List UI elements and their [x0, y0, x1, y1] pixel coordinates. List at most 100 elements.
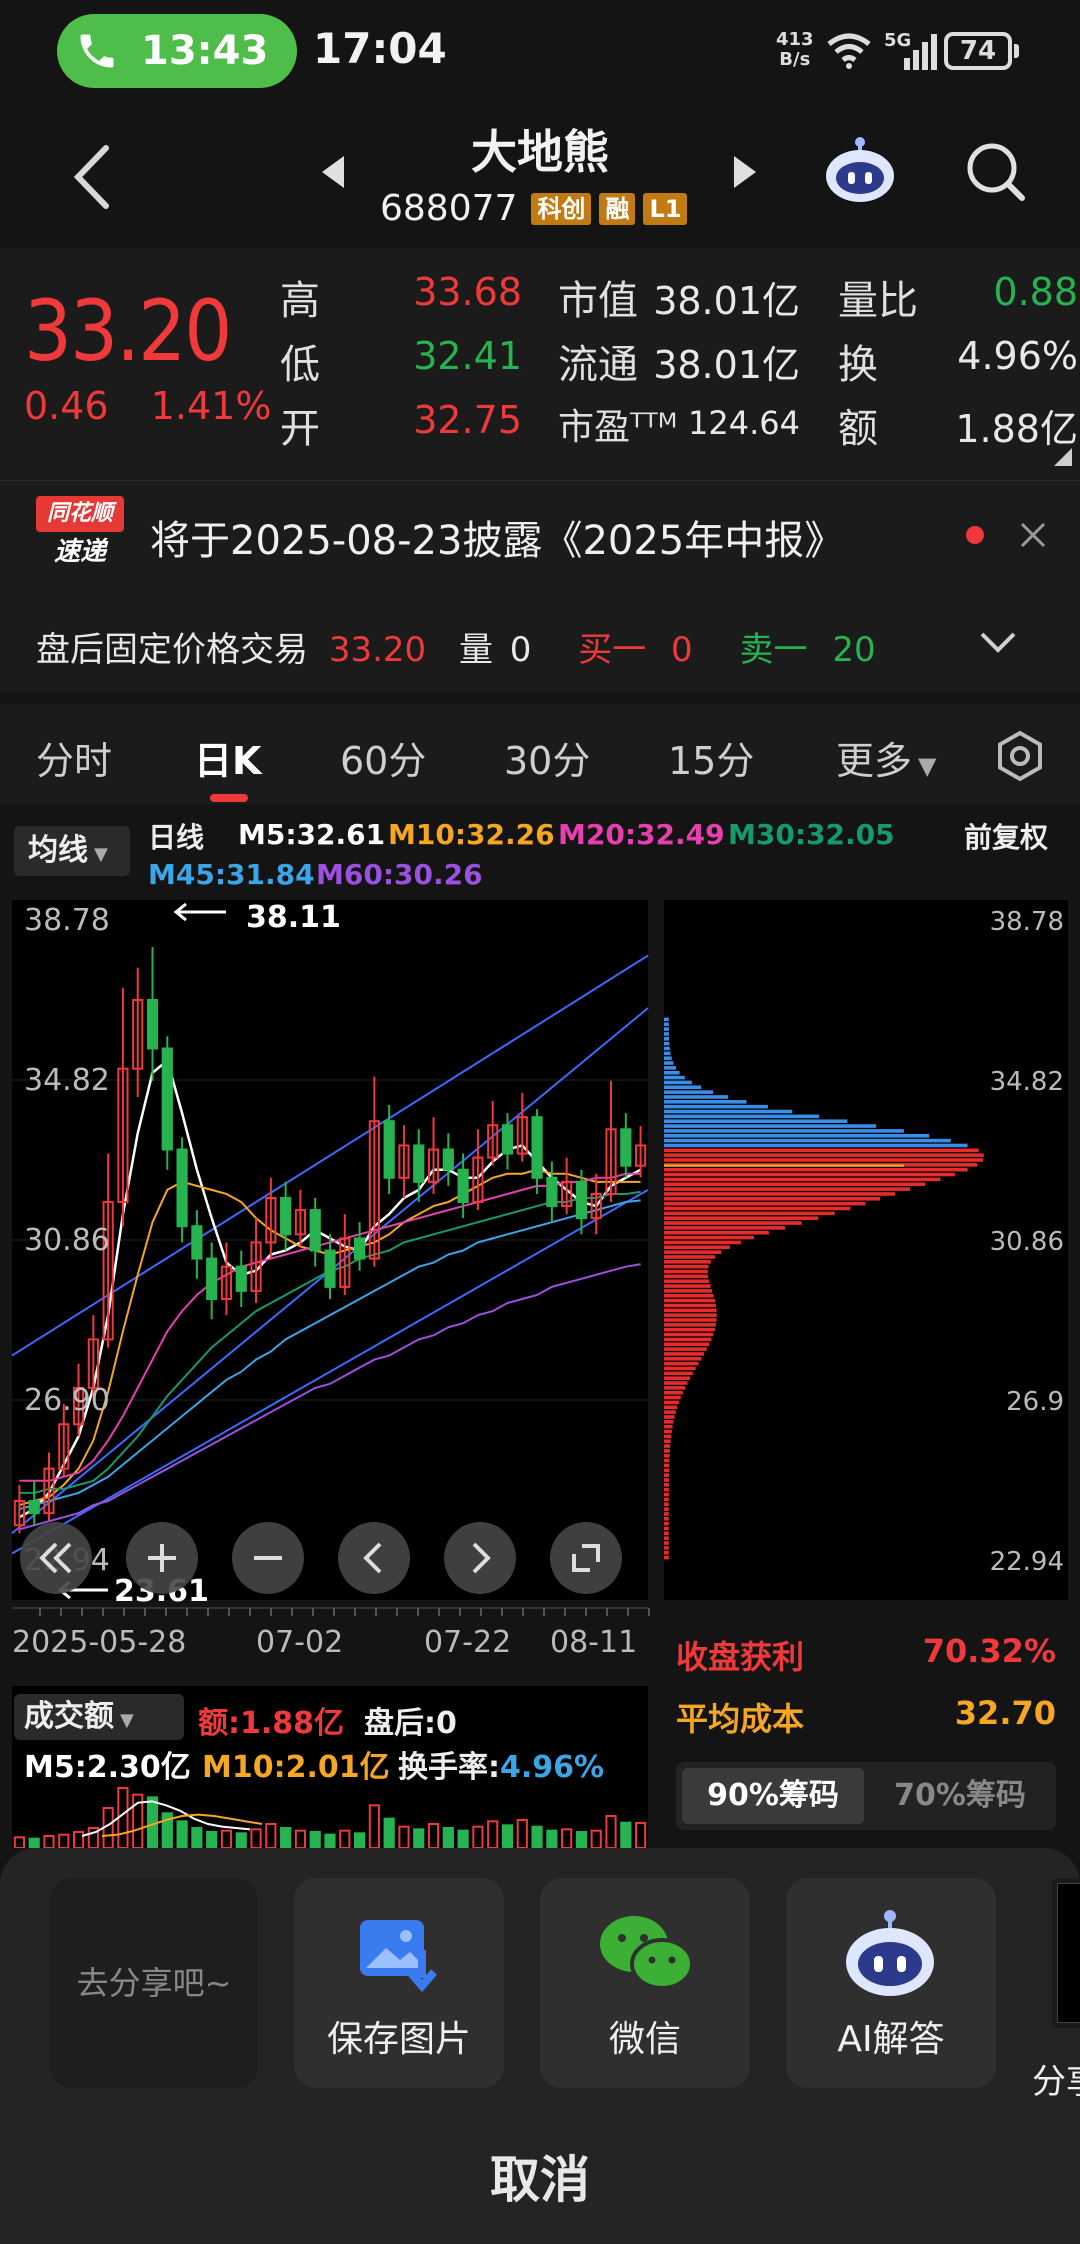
chip-bar: [664, 1424, 673, 1429]
chip-bar: [664, 1177, 941, 1182]
volume-bar: [265, 1823, 277, 1848]
amount-label: 额: [838, 406, 878, 452]
chip-y-tick-label: 22.94: [990, 1547, 1064, 1577]
chip-bar: [664, 1521, 669, 1526]
cancel-button[interactable]: 取消: [0, 2140, 1080, 2212]
volume-bar: [250, 1828, 262, 1848]
sell1-label: 卖一: [739, 630, 808, 670]
chip-bar: [664, 1531, 669, 1536]
chip-bar: [664, 1036, 670, 1041]
ma-period: 日线: [148, 821, 205, 854]
tag-margin: 融: [599, 192, 636, 225]
volume-bar: [191, 1827, 203, 1848]
logo-line1: 同花顺: [36, 496, 124, 532]
candle-body: [442, 1148, 454, 1171]
chip-bar: [664, 1211, 835, 1216]
chip-bar: [664, 1264, 709, 1269]
share-more-label: 分享: [1032, 2062, 1080, 2102]
chip-bar: [664, 1468, 670, 1473]
chip-bar: [664, 1022, 669, 1027]
chip-90-tab[interactable]: 90%筹码: [682, 1768, 864, 1824]
chip-bar: [664, 1095, 729, 1099]
chip-y-tick-label: 34.82: [990, 1067, 1064, 1097]
candle-body: [575, 1180, 588, 1220]
tab-60min[interactable]: 60分: [340, 730, 426, 785]
close-icon[interactable]: [1018, 520, 1048, 550]
candle-body: [280, 1196, 292, 1236]
tab-15min[interactable]: 15分: [668, 730, 754, 785]
zoom-out-button[interactable]: [232, 1522, 304, 1594]
expand-corner-icon[interactable]: [1054, 448, 1072, 466]
volume-bar: [516, 1819, 528, 1848]
max-arrow-icon: [173, 902, 226, 922]
volume-bar: [294, 1829, 307, 1848]
tab-daily-k[interactable]: 日K: [194, 730, 261, 785]
call-duration: 13:43: [141, 28, 269, 74]
volume-indicator-select[interactable]: 成交额 ▼: [14, 1694, 184, 1740]
next-stock-icon[interactable]: [732, 154, 758, 190]
volume-bar: [472, 1825, 484, 1848]
ongoing-call-pill[interactable]: 13:43: [57, 14, 297, 88]
chip-bar: [664, 1196, 881, 1201]
status-clock: 17:04: [313, 24, 447, 73]
x-tick-label: 08-11: [550, 1625, 637, 1660]
candle-body: [353, 1237, 366, 1260]
chip-bar: [664, 1541, 669, 1545]
chip-bar: [664, 1313, 717, 1317]
tab-30min[interactable]: 30分: [504, 730, 590, 785]
chip-bar: [664, 1386, 686, 1390]
search-icon[interactable]: [964, 140, 1028, 204]
volume-bar: [457, 1829, 469, 1848]
candle-body: [531, 1116, 543, 1179]
scroll-left-button[interactable]: [338, 1522, 410, 1594]
zoom-in-button[interactable]: [126, 1522, 198, 1594]
indicator-select[interactable]: 均线 ▼: [14, 826, 130, 876]
last-price: 33.20: [24, 282, 232, 380]
ai-robot-icon[interactable]: [822, 132, 898, 208]
chip-bar: [664, 1119, 848, 1124]
scroll-left-fast-button[interactable]: [20, 1522, 92, 1594]
tab-more[interactable]: 更多 ▼: [836, 730, 936, 785]
chip-bar: [664, 1260, 711, 1264]
low-label: 低: [280, 342, 320, 388]
chip-bar: [664, 1172, 955, 1177]
notice-text: 将于2025-08-23披露《2025年中报》: [150, 518, 845, 564]
chip-bar: [664, 1032, 670, 1036]
chip-bar: [664, 1390, 683, 1395]
chevron-down-icon[interactable]: [980, 632, 1016, 654]
tab-intraday[interactable]: 分时: [36, 730, 112, 785]
chip-bar: [664, 1187, 910, 1191]
fullscreen-icon: [572, 1544, 600, 1572]
open-label: 开: [280, 406, 320, 452]
chip-70-tab[interactable]: 70%筹码: [870, 1768, 1050, 1824]
chip-bar: [664, 1153, 984, 1157]
after-hours-vol: 0: [509, 630, 532, 670]
fullscreen-button[interactable]: [550, 1522, 622, 1594]
volume-bar: [235, 1832, 247, 1848]
plus-icon: [148, 1544, 176, 1572]
max-price-marker: 38.11: [246, 900, 341, 935]
settings-gear-icon[interactable]: [994, 730, 1046, 782]
adjust-mode[interactable]: 前复权: [964, 816, 1048, 856]
wechat-label: 微信: [608, 2019, 681, 2060]
chip-bar: [664, 1289, 713, 1293]
chip-bar: [664, 1056, 672, 1060]
volume-bar: [413, 1828, 425, 1848]
caret-down-icon: ▼: [94, 844, 108, 865]
chip-bar: [664, 1366, 696, 1371]
close-profit-label: 收盘获利: [676, 1638, 805, 1676]
scroll-right-button[interactable]: [444, 1522, 516, 1594]
chip-bar: [664, 1332, 714, 1337]
caret-down-icon: ▼: [120, 1710, 134, 1731]
buy1-label: 买一: [578, 630, 647, 670]
share-preview-thumbnail[interactable]: [1052, 1878, 1080, 2028]
chip-bar: [664, 1507, 669, 1511]
chip-bar: [664, 1104, 768, 1109]
pe-value: 124.64: [688, 404, 800, 442]
chevron-right-icon: [472, 1542, 491, 1574]
wifi-icon: [827, 33, 871, 69]
chip-bar: [664, 1182, 926, 1187]
volume-bar: [561, 1828, 573, 1848]
chip-bar: [664, 1221, 802, 1225]
chip-bar: [664, 1502, 669, 1507]
